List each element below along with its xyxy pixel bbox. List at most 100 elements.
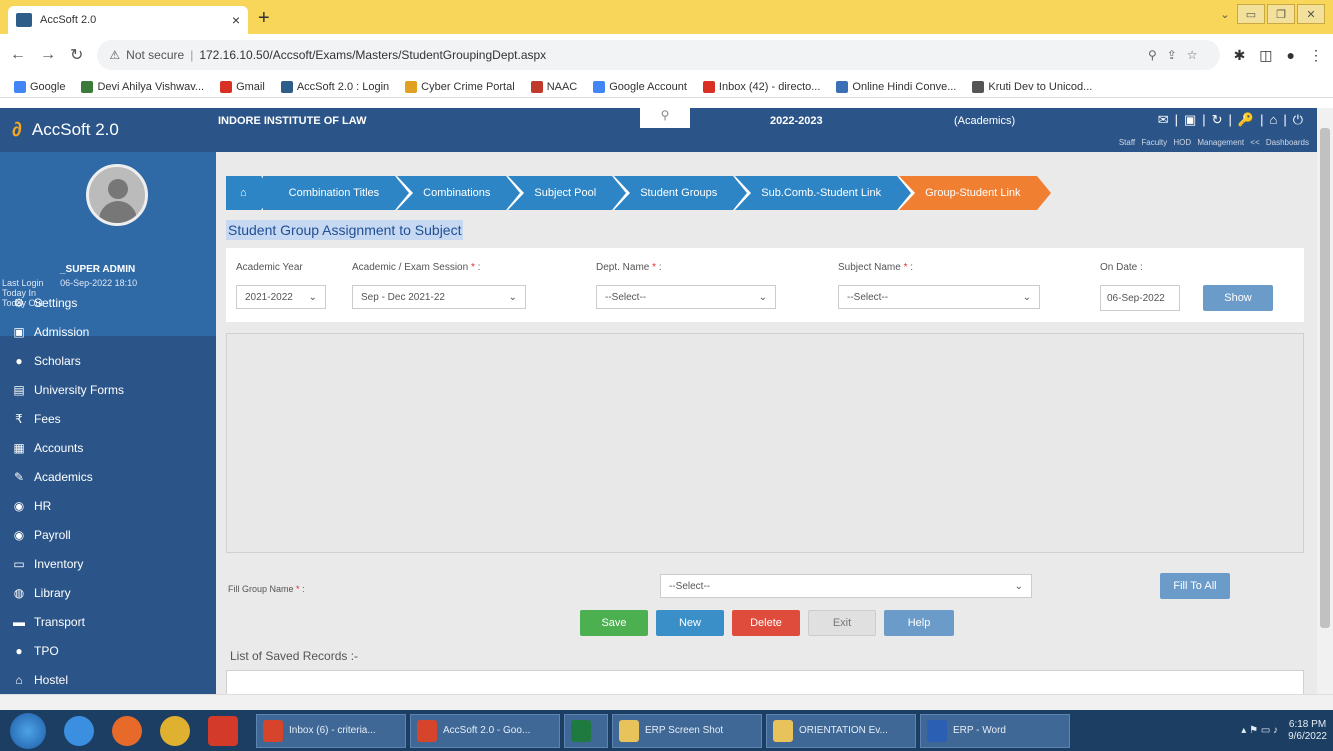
firefox-icon[interactable]	[112, 715, 142, 746]
fill-group-select[interactable]: --Select-- ⌄	[660, 574, 1032, 598]
minimize-icon[interactable]: ▭	[1237, 4, 1265, 24]
chevron-down-icon: ⌄	[308, 291, 317, 303]
menu-icon: ▦	[13, 440, 25, 455]
taskbar-item-label: ERP Screen Shot	[645, 725, 724, 736]
clock-date: 9/6/2022	[1288, 730, 1327, 742]
bookmark-item[interactable]: Online Hindi Conve...	[836, 80, 957, 93]
bookmark-item[interactable]: Inbox (42) - directo...	[702, 80, 821, 93]
subject-select[interactable]: --Select-- ⌄	[838, 285, 1040, 309]
saved-records-label: List of Saved Records :-	[230, 649, 359, 663]
sidebar-item-accounts[interactable]: ▦ Accounts	[0, 433, 216, 462]
taskbar-item[interactable]: AccSoft 2.0 - Goo...	[410, 713, 560, 748]
sidebar-item-transport[interactable]: ▬ Transport	[0, 607, 216, 636]
bookmark-item[interactable]: Devi Ahilya Vishwav...	[81, 80, 204, 93]
toolbar-icons: ✱ ◫ ● ⋮	[1234, 47, 1323, 64]
wizard-step[interactable]: Combinations	[397, 176, 525, 210]
saved-records-panel	[226, 670, 1304, 694]
sidebar-item-settings[interactable]: ⚙ Settings	[0, 288, 216, 317]
browser-tab[interactable]: AccSoft 2.0 ×	[8, 6, 248, 34]
windows-taskbar: Inbox (6) - criteria... AccSoft 2.0 - Goo…	[0, 710, 1333, 751]
taskbar-item[interactable]	[564, 713, 608, 748]
sidebar-item-tpo[interactable]: ● TPO	[0, 636, 216, 665]
header-search-icon[interactable]: ⚲	[640, 108, 690, 128]
bookmark-item[interactable]: Cyber Crime Portal	[405, 80, 515, 93]
delete-button[interactable]: Delete	[732, 610, 800, 636]
sidebar-item-label: Accounts	[34, 440, 84, 455]
chrome-icon[interactable]	[160, 715, 190, 746]
tray-icons[interactable]: ▴ ⚑ ▭ ♪	[1241, 725, 1278, 736]
new-tab-button[interactable]: +	[258, 7, 270, 30]
sidebar-item-fees[interactable]: ₹ Fees	[0, 404, 216, 433]
avatar[interactable]	[86, 164, 148, 226]
save-button[interactable]: Save	[580, 610, 648, 636]
sidebar-item-label: Library	[34, 585, 71, 600]
acrobat-icon[interactable]	[208, 715, 238, 746]
bookmark-item[interactable]: Kruti Dev to Unicod...	[972, 80, 1092, 93]
sidebar-item-inventory[interactable]: ▭ Inventory	[0, 549, 216, 578]
taskbar-item-label: Inbox (6) - criteria...	[289, 725, 376, 736]
sidebar-item-hostel[interactable]: ⌂ Hostel	[0, 665, 216, 694]
extensions-icon[interactable]: ✱	[1234, 47, 1246, 64]
menu-icon: ◍	[13, 585, 25, 600]
filter-panel: Academic Year 2021-2022 ⌄ Academic / Exam…	[226, 248, 1304, 322]
sidebar-item-hr[interactable]: ◉ HR	[0, 491, 216, 520]
taskbar-item[interactable]: ERP Screen Shot	[612, 713, 762, 748]
wizard-home-icon[interactable]: ⌂	[226, 176, 275, 210]
sidebar-item-admission[interactable]: ▣ Admission	[0, 317, 216, 346]
close-tab-icon[interactable]: ×	[232, 12, 240, 28]
maximize-icon[interactable]: ❐	[1267, 4, 1295, 24]
wizard-step[interactable]: Sub.Comb.-Student Link	[735, 176, 916, 210]
menu-icon[interactable]: ⋮	[1309, 47, 1323, 64]
profile-icon[interactable]: ●	[1287, 47, 1295, 64]
bookmark-item[interactable]: Google Account	[593, 80, 687, 93]
bookmark-item[interactable]: AccSoft 2.0 : Login	[280, 80, 389, 93]
bookmark-item[interactable]: NAAC	[530, 80, 577, 93]
sidebar-item-payroll[interactable]: ◉ Payroll	[0, 520, 216, 549]
wizard-step[interactable]: Group-Student Link	[899, 176, 1051, 210]
omnibox-actions-icon[interactable]: ⚲⇪☆	[1148, 48, 1208, 62]
vertical-scrollbar[interactable]	[1317, 108, 1333, 694]
horizontal-scrollbar[interactable]	[0, 694, 1333, 710]
taskbar-item[interactable]: ERP - Word	[920, 713, 1070, 748]
wizard-step[interactable]: Student Groups	[614, 176, 752, 210]
sidebar-item-library[interactable]: ◍ Library	[0, 578, 216, 607]
bookmark-icon	[405, 80, 418, 93]
clock-time: 6:18 PM	[1288, 718, 1327, 730]
ie-icon[interactable]	[64, 715, 94, 746]
on-date-input[interactable]: 06-Sep-2022	[1100, 285, 1180, 311]
wizard-step[interactable]: Combination Titles	[262, 176, 414, 210]
new-button[interactable]: New	[656, 610, 724, 636]
back-icon[interactable]: ←	[10, 46, 26, 64]
bookmark-label: Online Hindi Conve...	[852, 80, 957, 93]
wizard-step-label: Combinations	[423, 187, 491, 199]
bookmark-icon	[14, 80, 26, 93]
exit-button[interactable]: Exit	[808, 610, 876, 636]
bookmark-label: Inbox (42) - directo...	[718, 80, 821, 93]
help-button[interactable]: Help	[884, 610, 954, 636]
close-window-icon[interactable]: ✕	[1297, 4, 1325, 24]
forward-icon[interactable]: →	[40, 46, 56, 64]
taskbar-item[interactable]: Inbox (6) - criteria...	[256, 713, 406, 748]
session-select[interactable]: Sep - Dec 2021-22 ⌄	[352, 285, 526, 309]
start-button-icon[interactable]	[10, 712, 46, 749]
url-input[interactable]: ⚠ Not secure | 172.16.10.50/Accsoft/Exam…	[97, 40, 1220, 70]
sidepanel-icon[interactable]: ◫	[1259, 47, 1272, 64]
fill-to-all-button[interactable]: Fill To All	[1160, 573, 1230, 599]
wizard-step-label: Subject Pool	[534, 187, 597, 199]
tab-search-icon[interactable]: ⌄	[1215, 4, 1235, 24]
show-button[interactable]: Show	[1203, 285, 1273, 311]
clock[interactable]: 6:18 PM 9/6/2022	[1288, 719, 1327, 743]
accsoft-logo-icon: ∂	[12, 118, 22, 141]
header-action-icons[interactable]: ✉|▣|↻|🔑|⌂|⏻	[1158, 112, 1309, 128]
sidebar-item-scholars[interactable]: ● Scholars	[0, 346, 216, 375]
taskbar-item[interactable]: ORIENTATION Ev...	[766, 713, 916, 748]
sidebar-item-academics[interactable]: ✎ Academics	[0, 462, 216, 491]
reload-icon[interactable]: ↻	[70, 45, 83, 65]
bookmark-item[interactable]: Google	[14, 80, 65, 93]
dept-select[interactable]: --Select-- ⌄	[596, 285, 776, 309]
header-links[interactable]: Staff Faculty HOD Management << Dashboar…	[1119, 138, 1309, 147]
brand[interactable]: ∂ AccSoft 2.0	[0, 108, 216, 152]
academic-year-select[interactable]: 2021-2022 ⌄	[236, 285, 326, 309]
bookmark-item[interactable]: Gmail	[220, 80, 265, 93]
sidebar-item-university-forms[interactable]: ▤ University Forms	[0, 375, 216, 404]
